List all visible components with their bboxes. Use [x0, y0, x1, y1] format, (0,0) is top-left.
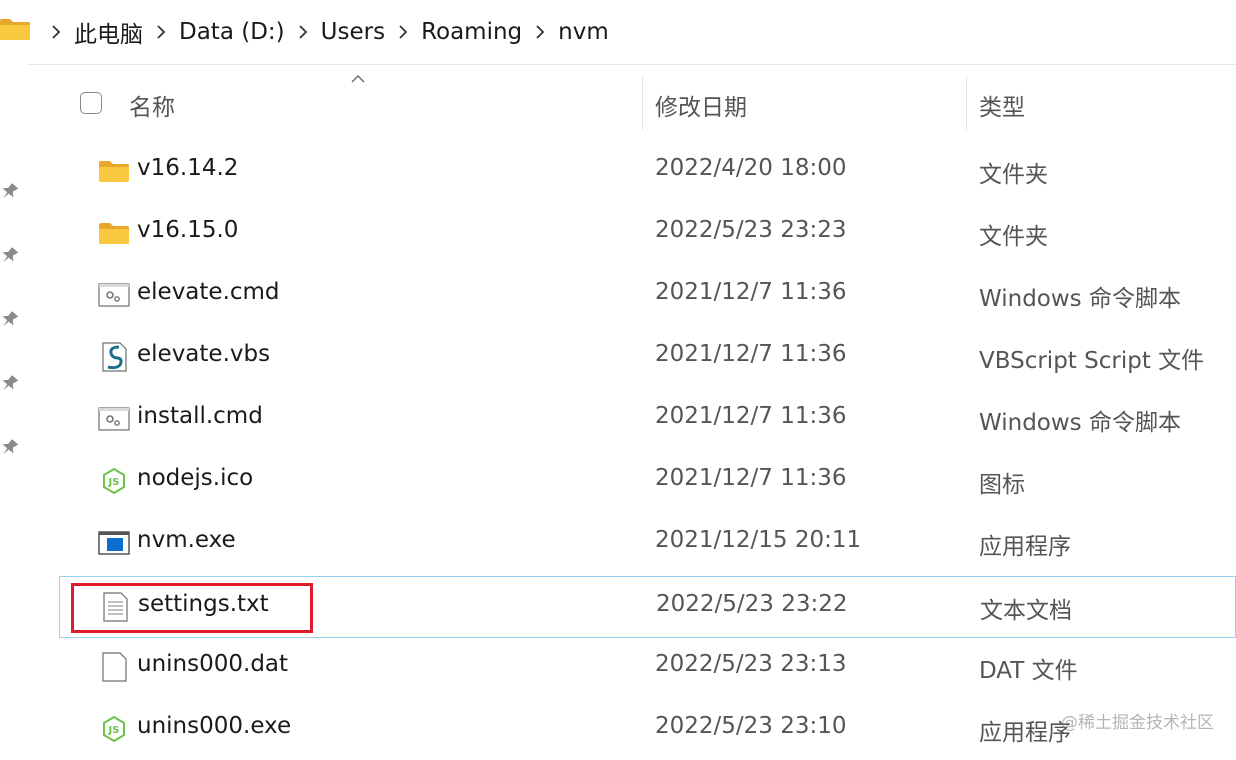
- file-type: Windows 命令脚本: [979, 286, 1181, 312]
- column-header-type[interactable]: 类型: [979, 88, 1025, 122]
- breadcrumb-item-drive-d[interactable]: Data (D:): [177, 19, 287, 45]
- sort-ascending-icon: [351, 75, 365, 83]
- file-type: 文件夹: [979, 162, 1048, 188]
- file-type: 图标: [979, 472, 1025, 498]
- pin-icon[interactable]: [0, 182, 20, 202]
- column-header: 名称 修改日期 类型: [28, 64, 1236, 140]
- watermark: @稀土掘金技术社区: [1061, 713, 1214, 733]
- file-list: 名称 修改日期 类型 v16.14.2 2022/4/20 18:00 文件夹 …: [28, 64, 1236, 751]
- breadcrumb-item-roaming[interactable]: Roaming: [419, 19, 524, 45]
- file-name: unins000.exe: [137, 713, 292, 739]
- nodejs-icon: JS: [103, 467, 125, 495]
- file-date: 2022/5/23 23:10: [655, 713, 847, 739]
- file-date: 2021/12/15 20:11: [655, 527, 862, 553]
- exe-app-icon: [98, 531, 130, 555]
- file-row[interactable]: nvm.exe 2021/12/15 20:11 应用程序: [28, 512, 1236, 574]
- file-date: 2022/5/23 23:23: [655, 217, 847, 243]
- breadcrumb-item-users[interactable]: Users: [319, 19, 387, 45]
- chevron-right-icon[interactable]: [150, 21, 172, 43]
- chevron-right-icon[interactable]: [45, 21, 67, 43]
- column-divider[interactable]: [642, 76, 643, 130]
- nodejs-icon: JS: [103, 715, 125, 743]
- pin-icon[interactable]: [0, 310, 20, 330]
- cmd-script-icon: [98, 407, 130, 431]
- pin-icon[interactable]: [0, 438, 20, 458]
- folder-icon: [0, 19, 30, 40]
- select-all-checkbox[interactable]: [80, 92, 102, 114]
- file-type: 文件夹: [979, 224, 1048, 250]
- file-name: v16.14.2: [137, 155, 239, 181]
- chevron-right-icon[interactable]: [292, 21, 314, 43]
- file-row[interactable]: install.cmd 2021/12/7 11:36 Windows 命令脚本: [28, 388, 1236, 450]
- cmd-script-icon: [98, 283, 130, 307]
- file-date: 2021/12/7 11:36: [655, 403, 847, 429]
- file-name: nodejs.ico: [137, 465, 254, 491]
- breadcrumb: 此电脑 Data (D:) Users Roaming nvm: [40, 0, 611, 64]
- svg-text:JS: JS: [108, 477, 120, 488]
- pin-icon[interactable]: [0, 246, 20, 266]
- breadcrumb-item-nvm[interactable]: nvm: [556, 19, 611, 45]
- vbs-script-icon: [102, 342, 127, 372]
- chevron-right-icon[interactable]: [529, 21, 551, 43]
- file-row[interactable]: unins000.dat 2022/5/23 23:13 DAT 文件: [28, 636, 1236, 698]
- column-divider[interactable]: [966, 76, 967, 130]
- file-name: unins000.dat: [137, 651, 289, 677]
- file-name: elevate.cmd: [137, 279, 280, 305]
- file-date: 2021/12/7 11:36: [655, 465, 847, 491]
- file-type: DAT 文件: [979, 658, 1078, 684]
- file-row[interactable]: elevate.cmd 2021/12/7 11:36 Windows 命令脚本: [28, 264, 1236, 326]
- folder-icon: [99, 161, 129, 182]
- address-bar[interactable]: 此电脑 Data (D:) Users Roaming nvm: [0, 0, 1236, 65]
- column-header-name[interactable]: 名称: [129, 88, 175, 122]
- file-name: elevate.vbs: [137, 341, 271, 367]
- breadcrumb-item-this-pc[interactable]: 此电脑: [72, 15, 145, 49]
- file-date: 2022/5/23 23:22: [656, 591, 848, 617]
- file-date: 2021/12/7 11:36: [655, 279, 847, 305]
- file-type: Windows 命令脚本: [979, 410, 1181, 436]
- file-row[interactable]: JS nodejs.ico 2021/12/7 11:36 图标: [28, 450, 1236, 512]
- file-type: 应用程序: [979, 534, 1071, 560]
- file-date: 2022/5/23 23:13: [655, 651, 847, 677]
- file-row[interactable]: elevate.vbs 2021/12/7 11:36 VBScript Scr…: [28, 326, 1236, 388]
- file-row[interactable]: v16.15.0 2022/5/23 23:23 文件夹: [28, 202, 1236, 264]
- file-date: 2022/4/20 18:00: [655, 155, 847, 181]
- file-type: VBScript Script 文件: [979, 348, 1205, 374]
- file-name: nvm.exe: [137, 527, 236, 553]
- annotation-highlight-box: [71, 583, 313, 633]
- svg-text:JS: JS: [108, 725, 120, 736]
- file-type: 应用程序: [979, 720, 1071, 746]
- file-name: install.cmd: [137, 403, 263, 429]
- file-date: 2021/12/7 11:36: [655, 341, 847, 367]
- file-name: v16.15.0: [137, 217, 239, 243]
- chevron-right-icon[interactable]: [392, 21, 414, 43]
- navigation-pane: [0, 64, 28, 751]
- column-header-date[interactable]: 修改日期: [655, 88, 747, 122]
- folder-icon: [99, 223, 129, 244]
- file-type: 文本文档: [980, 598, 1072, 624]
- file-row[interactable]: v16.14.2 2022/4/20 18:00 文件夹: [28, 140, 1236, 202]
- blank-file-icon: [102, 652, 127, 682]
- pin-icon[interactable]: [0, 374, 20, 394]
